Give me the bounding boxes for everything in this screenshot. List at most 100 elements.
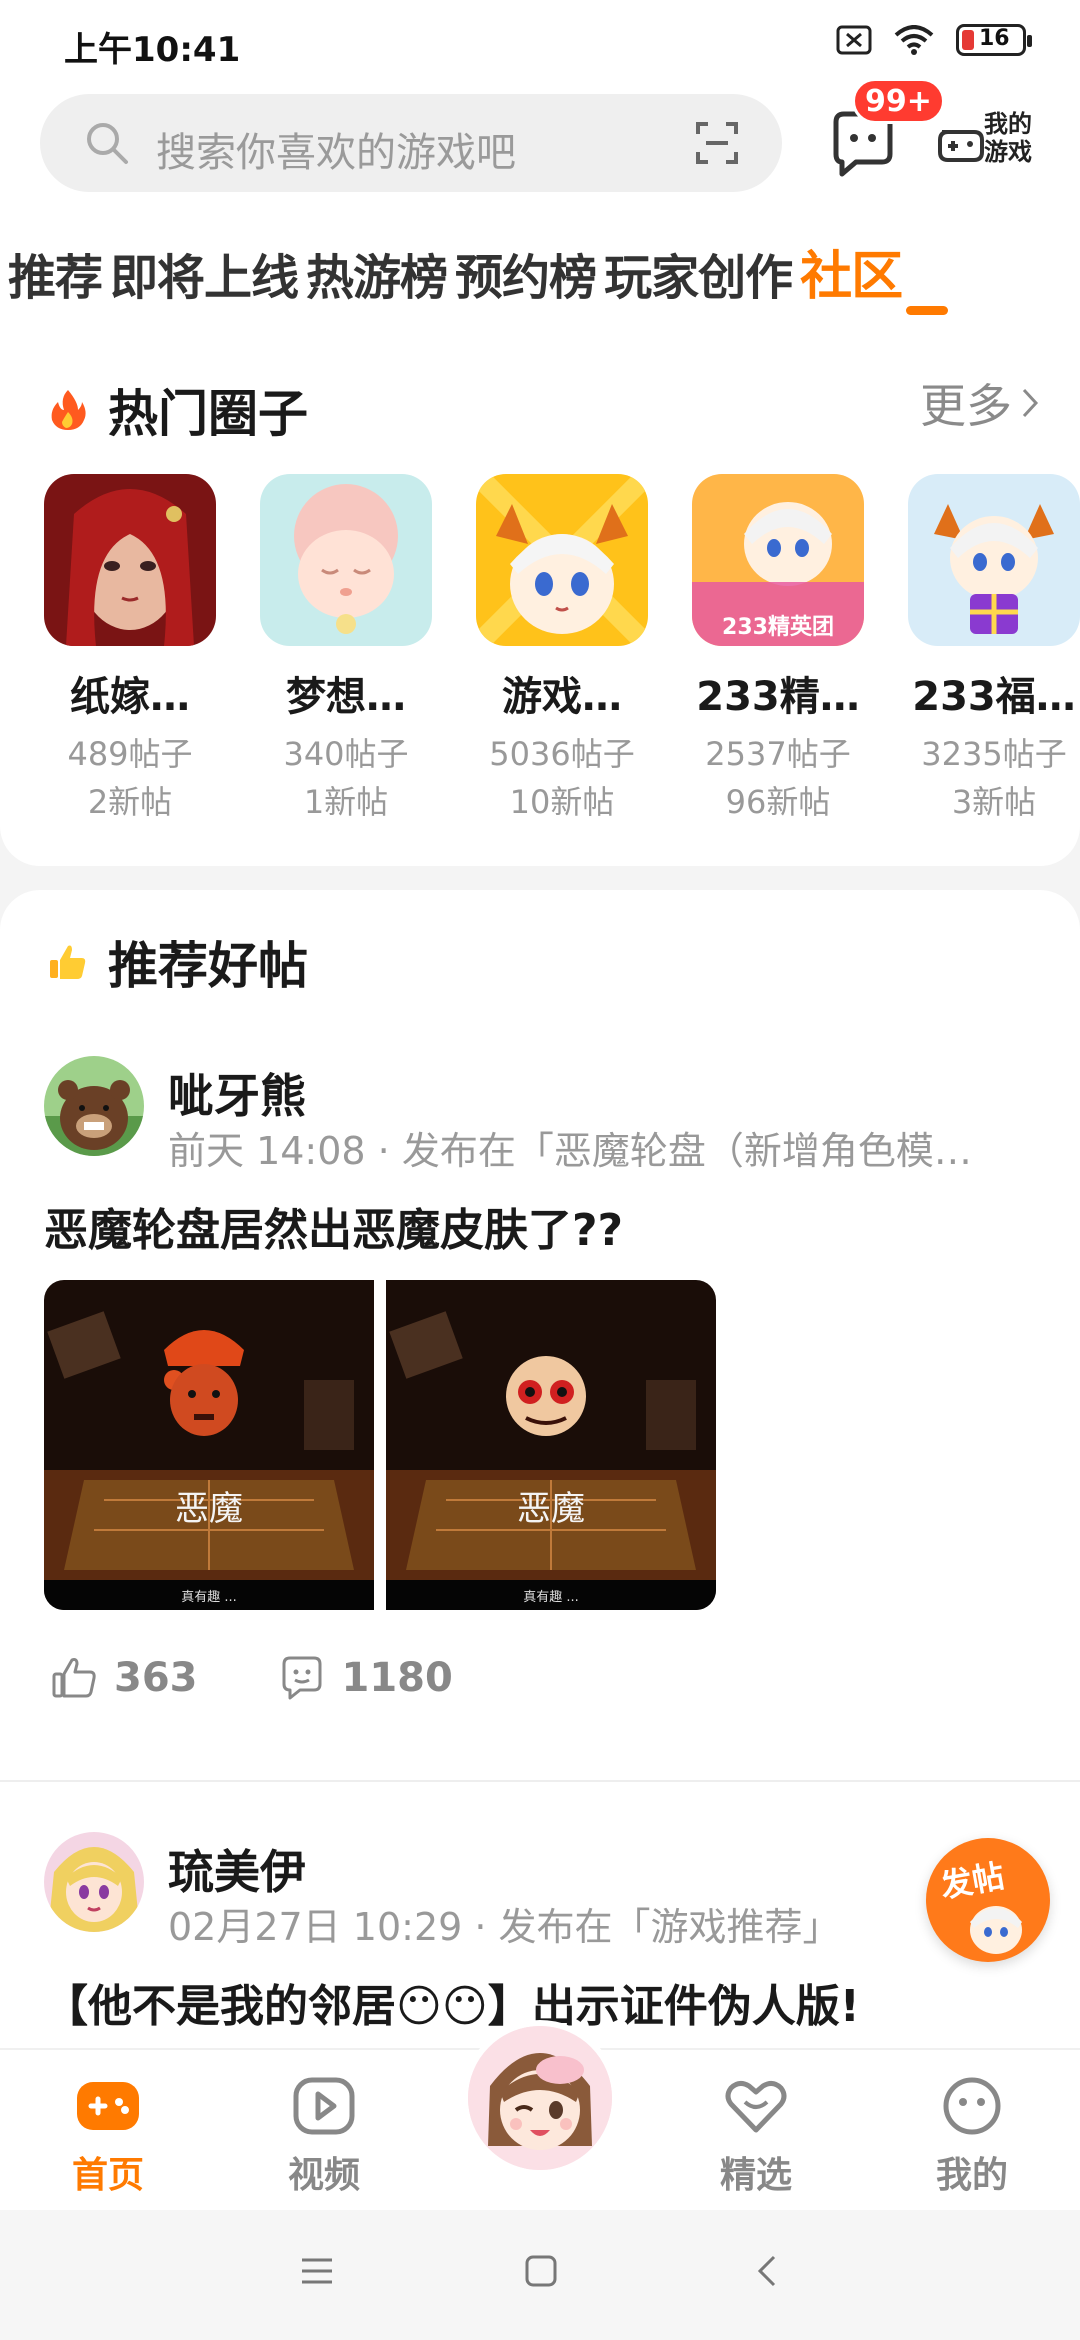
featured-heart-icon — [725, 2080, 787, 2133]
image-caption: 恶魔 — [517, 1489, 585, 1529]
status-icons: 16 — [836, 24, 1032, 56]
avatar-mascot-icon — [468, 2026, 612, 2170]
circle-new: 1新帖 — [303, 783, 389, 821]
video-icon — [293, 2077, 355, 2135]
bottom-nav: 首页 视频 精选 我的 — [0, 2020, 1080, 2212]
circle-name: 游戏… — [502, 674, 622, 720]
home-square-icon[interactable] — [524, 2254, 558, 2288]
image-caption: 恶魔 — [175, 1489, 243, 1529]
message-badge: 99+ — [852, 78, 945, 124]
tab-bar: 推荐 即将上线 热游榜 预约榜 玩家创作 社区 — [8, 234, 903, 309]
recommended-posts-card: 推荐好帖 呲牙熊 前天 14:08 · 发布在「恶魔轮盘（新增角色模… 恶魔轮盘… — [0, 890, 1080, 2050]
post-image[interactable]: 恶魔 真有趣 ... — [386, 1280, 716, 1610]
tab-indicator — [906, 306, 948, 315]
circle-thumb — [260, 474, 432, 646]
nav-video[interactable]: 视频 — [264, 2076, 384, 2198]
post-meta: 前天 14:08 · 发布在「恶魔轮盘（新增角色模… — [168, 1129, 972, 1173]
recommended-title: 推荐好帖 — [108, 937, 308, 995]
scan-icon[interactable] — [694, 120, 740, 166]
circle-item[interactable]: 梦想… 340帖子 1新帖 — [260, 474, 432, 826]
circle-posts: 5036帖子 — [489, 735, 635, 773]
circle-posts: 2537帖子 — [705, 735, 851, 773]
post-title[interactable]: 恶魔轮盘居然出恶魔皮肤了?? — [44, 1194, 623, 1258]
nav-video-label: 视频 — [287, 2155, 360, 2196]
circle-thumb — [476, 474, 648, 646]
nav-home[interactable]: 首页 — [48, 2076, 168, 2198]
tab-reserve[interactable]: 预约榜 — [455, 238, 597, 308]
tab-community[interactable]: 社区 — [800, 234, 903, 309]
my-games-label: 我的游戏 — [984, 110, 1032, 166]
search-icon — [87, 123, 128, 164]
tab-upcoming[interactable]: 即将上线 — [110, 238, 299, 308]
status-bar: 上午10:41 16 — [0, 0, 1080, 90]
hot-circles-title: 热门圈子 — [108, 385, 308, 443]
post-image[interactable]: 恶魔 真有趣 ... — [44, 1280, 374, 1610]
system-nav-bar — [0, 2210, 1080, 2340]
post-title[interactable]: 【他不是我的邻居😶😶】出示证件伪人版! — [44, 1970, 860, 2034]
circle-posts: 340帖子 — [283, 735, 409, 773]
create-post-button[interactable]: 发帖 — [926, 1838, 1050, 1962]
profile-face-icon — [943, 2077, 1001, 2135]
like-button[interactable]: 363 — [50, 1654, 198, 1702]
circle-name: 梦想… — [286, 674, 406, 720]
circle-new: 96新帖 — [725, 783, 831, 821]
author-name[interactable]: 琉美伊 — [168, 1836, 306, 1902]
circle-item[interactable]: 233精英团 233精… 2537帖子 96新帖 — [692, 474, 864, 826]
comment-icon — [282, 1656, 321, 1700]
like-icon — [52, 1658, 96, 1698]
home-gamepad-icon — [77, 2082, 139, 2130]
circle-item[interactable]: 游戏… 5036帖子 10新帖 — [476, 474, 648, 826]
circle-thumb — [908, 474, 1080, 646]
post-divider — [0, 1780, 1080, 1782]
search-placeholder: 搜索你喜欢的游戏吧 — [156, 130, 516, 176]
circle-new: 2新帖 — [87, 783, 173, 821]
circle-list: 纸嫁… 489帖子 2新帖 梦想… 340帖子 1新帖 游戏… 5036帖子 1… — [44, 474, 1080, 826]
gamepad-icon — [938, 130, 984, 162]
circle-name: 233福… — [912, 674, 1076, 720]
nav-avatar-button[interactable] — [462, 2020, 618, 2176]
comment-button[interactable]: 1180 — [278, 1654, 453, 1702]
circle-posts: 489帖子 — [67, 735, 193, 773]
more-link[interactable]: 更多 — [920, 370, 1040, 436]
tab-creations[interactable]: 玩家创作 — [604, 238, 793, 308]
nav-profile[interactable]: 我的 — [912, 2076, 1032, 2198]
battery-level: 16 — [979, 26, 1010, 51]
nav-featured-label: 精选 — [719, 2155, 792, 2196]
tab-recommend[interactable]: 推荐 — [8, 238, 103, 308]
wifi-icon — [894, 25, 934, 55]
recommended-header: 推荐好帖 — [48, 926, 308, 998]
nav-featured[interactable]: 精选 — [696, 2076, 816, 2198]
battery-icon: 16 — [956, 24, 1032, 56]
image-subtitle: 真有趣 ... — [523, 1590, 579, 1605]
image-subtitle: 真有趣 ... — [181, 1590, 237, 1605]
tab-hot-games[interactable]: 热游榜 — [306, 238, 448, 308]
author-name[interactable]: 呲牙熊 — [168, 1060, 306, 1126]
fire-icon — [51, 390, 86, 430]
circle-thumb — [44, 474, 216, 646]
circle-item[interactable]: 纸嫁… 489帖子 2新帖 — [44, 474, 216, 826]
thumbs-up-icon — [50, 945, 86, 979]
my-games-button[interactable]: 我的游戏 — [934, 108, 1054, 188]
nav-home-label: 首页 — [71, 2155, 144, 2196]
comment-count: 1180 — [341, 1655, 453, 1701]
hot-circles-card: 热门圈子 更多 纸嫁… 489帖子 2新帖 梦想… 340帖子 1新帖 游戏… … — [0, 340, 1080, 866]
avatar[interactable] — [44, 1832, 144, 1932]
hot-circles-header: 热门圈子 — [48, 374, 308, 446]
back-icon[interactable] — [752, 2254, 786, 2288]
circle-name: 233精… — [696, 674, 860, 720]
avatar[interactable] — [44, 1056, 144, 1156]
post-stats: 363 1180 — [50, 1654, 453, 1702]
circle-new: 10新帖 — [509, 783, 615, 821]
circle-posts: 3235帖子 — [921, 735, 1067, 773]
post-images: 恶魔 真有趣 ... 恶魔 真有趣 ... — [44, 1280, 716, 1610]
search-input[interactable]: 搜索你喜欢的游戏吧 — [40, 94, 782, 192]
nav-profile-label: 我的 — [935, 2155, 1008, 2196]
sim-off-icon — [836, 25, 872, 55]
circle-new: 3新帖 — [951, 783, 1037, 821]
chevron-right-icon — [1022, 388, 1039, 418]
circle-item[interactable]: 233福… 3235帖子 3新帖 — [908, 474, 1080, 826]
header: 搜索你喜欢的游戏吧 99+ 我的游戏 推荐 即将上线 热游榜 预约榜 玩家创作 … — [0, 78, 1080, 350]
menu-icon[interactable] — [300, 2254, 334, 2288]
more-label: 更多 — [920, 379, 1012, 433]
circle-name: 纸嫁… — [70, 674, 190, 720]
